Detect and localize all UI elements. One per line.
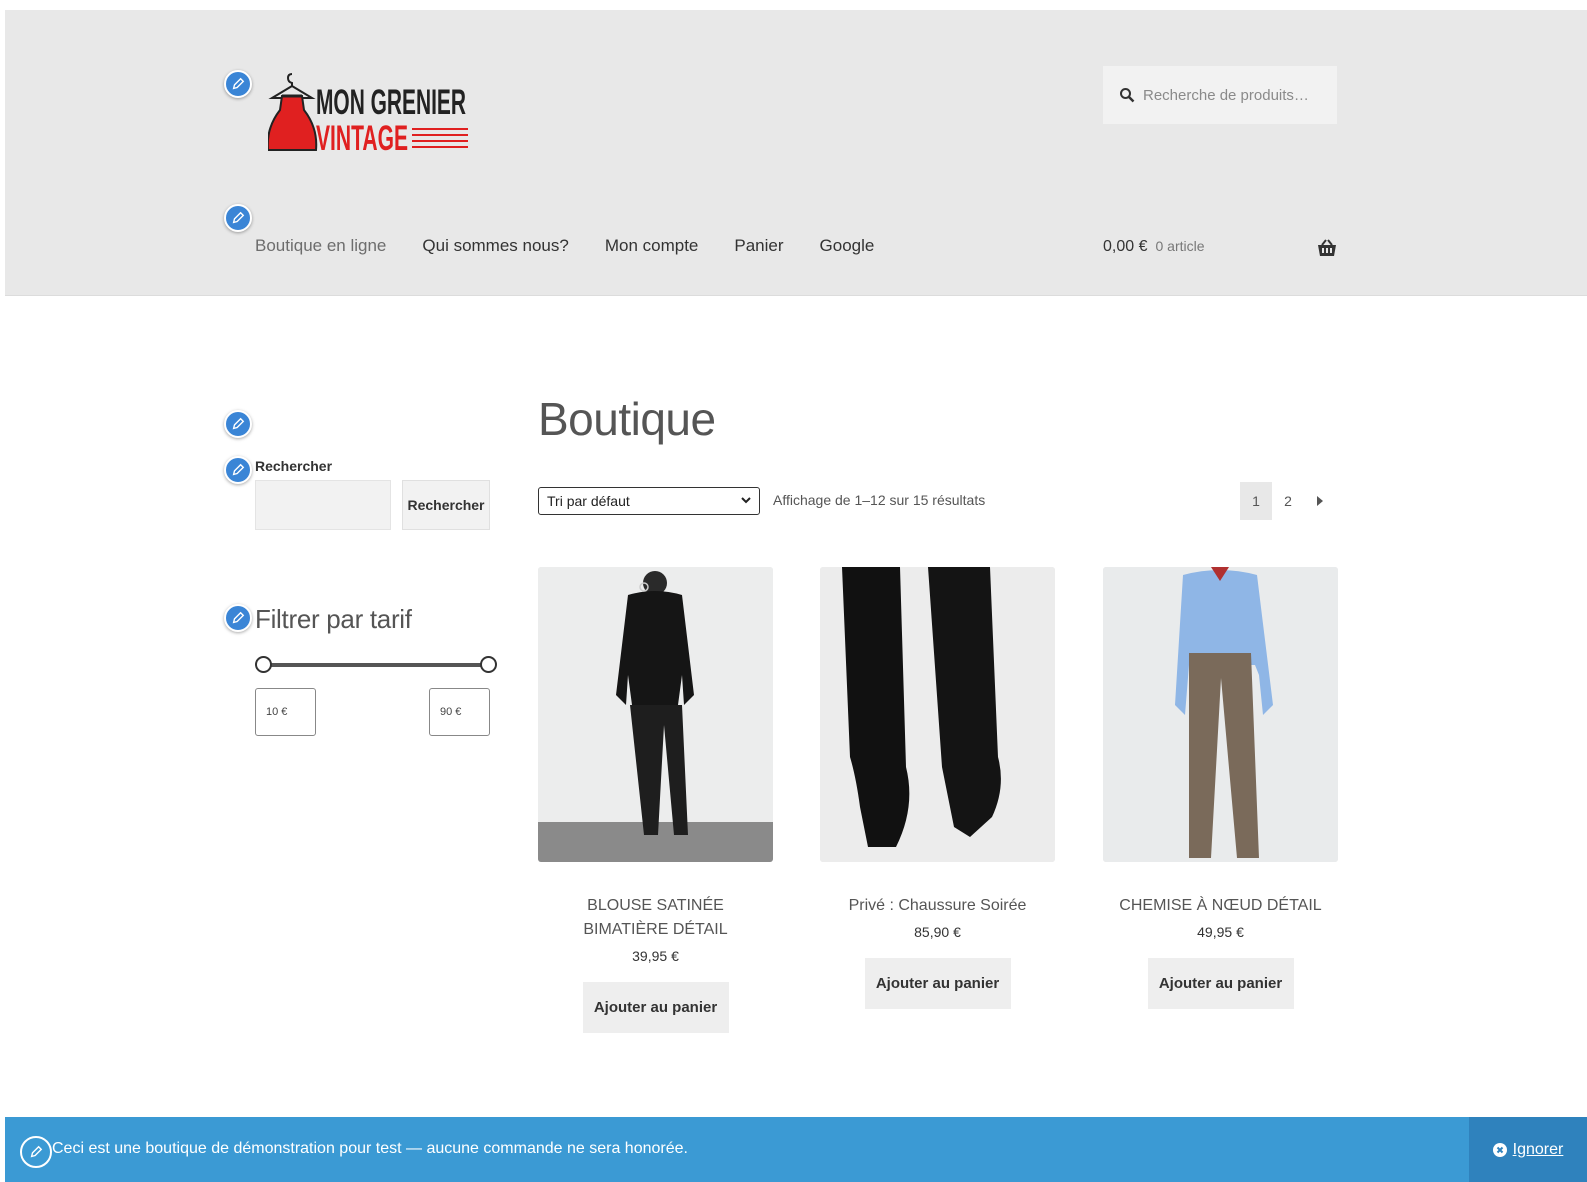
product-card: BLOUSE SATINÉE BIMATIÈRE DÉTAIL 39,95 € … xyxy=(538,567,773,1033)
page-1[interactable]: 1 xyxy=(1240,482,1272,520)
price-filter-title: Filtrer par tarif xyxy=(255,604,412,634)
sidebar-search-button[interactable]: Rechercher xyxy=(402,480,490,530)
edit-pencil-icon[interactable] xyxy=(224,204,252,232)
nav-item-boutique[interactable]: Boutique en ligne xyxy=(255,236,386,256)
price-slider-min-handle[interactable] xyxy=(255,656,272,673)
cart-total: 0,00 € xyxy=(1103,238,1148,255)
product-name[interactable]: Privé : Chaussure Soirée xyxy=(820,894,1055,918)
demo-store-notice: Ceci est une boutique de démonstration p… xyxy=(5,1117,1587,1182)
sidebar-search-input[interactable] xyxy=(255,480,391,530)
price-slider-track[interactable] xyxy=(262,663,486,667)
dismiss-label: Ignorer xyxy=(1512,1140,1564,1158)
logo-dots xyxy=(412,128,468,148)
product-image[interactable] xyxy=(538,567,773,862)
product-search[interactable] xyxy=(1103,66,1337,124)
cart-count: 0 article xyxy=(1155,238,1205,254)
product-price: 85,90 € xyxy=(914,924,961,940)
product-card: CHEMISE À NŒUD DÉTAIL 49,95 € Ajouter au… xyxy=(1103,567,1338,1009)
price-max-field[interactable]: 90 € xyxy=(429,688,490,736)
edit-pencil-icon[interactable] xyxy=(224,70,252,98)
close-icon xyxy=(1492,1142,1507,1157)
product-card: Privé : Chaussure Soirée 85,90 € Ajouter… xyxy=(820,567,1055,1009)
product-image[interactable] xyxy=(820,567,1055,862)
nav-item-about[interactable]: Qui sommes nous? xyxy=(422,236,568,256)
edit-pencil-icon[interactable] xyxy=(224,410,252,438)
nav-item-google[interactable]: Google xyxy=(820,236,875,256)
product-image[interactable] xyxy=(1103,567,1338,862)
logo-line-1: MON GRENIER xyxy=(316,83,466,122)
site-logo[interactable]: MON GRENIER VINTAGE xyxy=(266,68,473,160)
logo-line-2: VINTAGE xyxy=(316,119,408,158)
chevron-down-icon xyxy=(741,497,751,504)
add-to-cart-button[interactable]: Ajouter au panier xyxy=(1147,958,1294,1009)
edit-pencil-icon[interactable] xyxy=(224,456,252,484)
sidebar-search-label: Rechercher xyxy=(255,458,333,474)
caret-right-icon[interactable] xyxy=(1304,482,1336,520)
product-price: 49,95 € xyxy=(1197,924,1244,940)
page-title: Boutique xyxy=(538,393,716,445)
product-name[interactable]: BLOUSE SATINÉE BIMATIÈRE DÉTAIL xyxy=(538,894,773,942)
pagination: 1 2 xyxy=(1240,482,1336,520)
top-strip xyxy=(0,0,1587,10)
add-to-cart-button[interactable]: Ajouter au panier xyxy=(582,982,729,1033)
price-min-field[interactable]: 10 € xyxy=(255,688,316,736)
edit-pencil-icon[interactable] xyxy=(224,604,252,632)
product-search-input[interactable] xyxy=(1143,86,1333,104)
page-2[interactable]: 2 xyxy=(1272,482,1304,520)
demo-notice-message: Ceci est une boutique de démonstration p… xyxy=(52,1140,688,1157)
add-to-cart-button[interactable]: Ajouter au panier xyxy=(864,958,1011,1009)
edit-pencil-icon[interactable] xyxy=(20,1136,52,1168)
price-slider-max-handle[interactable] xyxy=(480,656,497,673)
result-count: Affichage de 1–12 sur 15 résultats xyxy=(773,492,986,508)
product-name[interactable]: CHEMISE À NŒUD DÉTAIL xyxy=(1103,894,1338,918)
dismiss-notice-button[interactable]: Ignorer xyxy=(1469,1117,1587,1182)
nav-item-cart[interactable]: Panier xyxy=(734,236,783,256)
dress-hanger-logo xyxy=(266,73,318,151)
primary-nav: Boutique en ligne Qui sommes nous? Mon c… xyxy=(255,236,874,256)
product-price: 39,95 € xyxy=(632,948,679,964)
search-icon xyxy=(1120,88,1135,103)
basket-icon[interactable] xyxy=(1317,238,1337,258)
sort-select[interactable]: Tri par défaut xyxy=(538,487,760,515)
header-cart[interactable]: 0,00 € 0 article xyxy=(1103,238,1205,256)
nav-item-account[interactable]: Mon compte xyxy=(605,236,699,256)
sort-selected: Tri par défaut xyxy=(547,493,630,509)
